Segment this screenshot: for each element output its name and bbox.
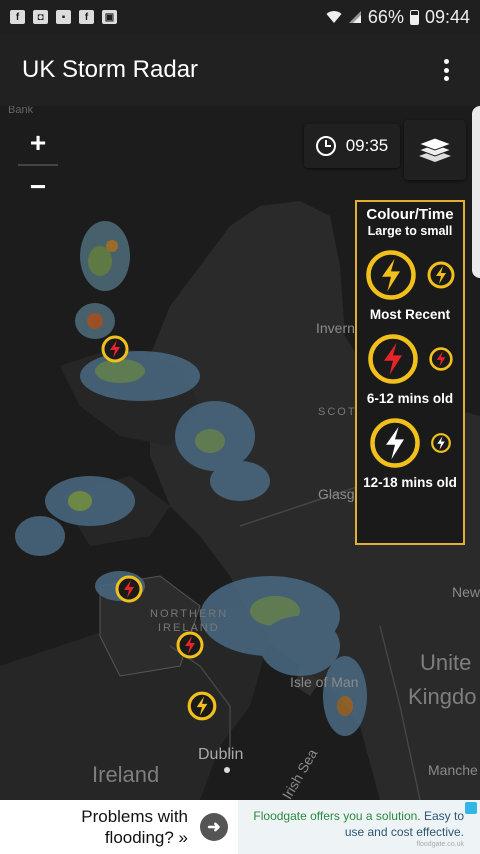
legend-subtitle: Large to small: [367, 224, 453, 238]
layers-button[interactable]: [404, 120, 466, 180]
zoom-controls: + −: [14, 122, 62, 208]
app-bar: UK Storm Radar: [0, 34, 480, 106]
strike-legend: Colour/Time Large to small Most Recent 6…: [355, 200, 465, 545]
legend-label: Most Recent: [369, 307, 451, 322]
status-bar: f ◘ ▪ f ▣ 66% 09:44: [0, 0, 480, 34]
adchoices-icon[interactable]: [465, 802, 477, 814]
place-northern-ireland: NORTHERN: [150, 608, 229, 620]
time-label: 09:35: [345, 136, 389, 155]
ad-headline[interactable]: Problems with flooding? »: [38, 806, 188, 848]
clock: 09:44: [424, 6, 470, 27]
signal-icon: [348, 11, 361, 23]
lightning-strike-marker[interactable]: [175, 630, 205, 660]
legend-label: 6-12 mins old: [366, 391, 454, 406]
lightning-strike-marker[interactable]: [114, 574, 144, 604]
place-isle-of-man: Isle of Man: [290, 674, 359, 690]
legend-title: Colour/Time: [366, 206, 454, 223]
battery-icon: [409, 9, 419, 25]
ad-left-panel[interactable]: Problems with flooding? » ➜: [0, 800, 238, 854]
place-kingdom: Kingdo: [408, 684, 477, 709]
place-glasgow: Glasg: [318, 486, 355, 502]
layers-icon: [417, 137, 453, 162]
legend-row-6-12: [357, 332, 463, 386]
lightning-large-icon: [368, 334, 418, 384]
zoom-in-button[interactable]: +: [14, 122, 62, 164]
battery-percent: 66%: [367, 6, 404, 27]
lightning-small-icon: [427, 261, 455, 289]
place-inverness: Invern: [316, 320, 355, 336]
place-newcastle: New: [452, 584, 480, 600]
bag-icon: ▣: [102, 10, 117, 24]
place-manchester: Manche: [428, 762, 478, 778]
legend-row-recent: [357, 248, 463, 302]
drawer-edge[interactable]: [472, 106, 480, 278]
place-bank: Bank: [8, 106, 34, 116]
ad-desc-1: Floodgate offers you a solution.: [253, 809, 421, 823]
app-title: UK Storm Radar: [22, 56, 199, 83]
dublin-dot: [224, 767, 230, 773]
lightning-small-icon: [429, 347, 453, 371]
zoom-out-button[interactable]: −: [14, 166, 62, 208]
clock-icon: [315, 136, 336, 156]
lightning-small-icon: [431, 433, 451, 453]
overflow-menu-icon[interactable]: [434, 55, 458, 85]
lightning-strike-marker[interactable]: [100, 334, 130, 364]
place-united: Unite: [420, 650, 472, 675]
place-dublin: Dublin: [198, 746, 244, 763]
ad-right-panel[interactable]: Floodgate offers you a solution. Easy to…: [238, 800, 480, 854]
camera-icon: ◘: [33, 10, 48, 24]
facebook-icon: f: [10, 10, 25, 24]
ad-description: Floodgate offers you a solution. Easy to…: [246, 808, 464, 840]
ad-banner[interactable]: Problems with flooding? » ➜ Floodgate of…: [0, 800, 480, 854]
notification-icons: f ◘ ▪ f ▣: [10, 10, 117, 24]
wifi-icon: [326, 11, 342, 23]
arrow-right-icon[interactable]: ➜: [200, 813, 228, 841]
lightning-strike-marker[interactable]: [186, 690, 218, 722]
lightning-large-icon: [366, 250, 416, 300]
news-icon: ▪: [56, 10, 71, 24]
radar-map[interactable]: Bank Invern SCOT Glasg New NORTHERN IREL…: [0, 106, 480, 800]
time-button[interactable]: 09:35: [304, 124, 400, 168]
place-scotland: SCOT: [318, 406, 357, 418]
lightning-large-icon: [370, 418, 420, 468]
place-ireland: Ireland: [92, 762, 160, 787]
facebook-icon: f: [79, 10, 94, 24]
legend-row-12-18: [357, 416, 463, 470]
legend-label: 12-18 mins old: [363, 475, 457, 490]
ad-url: floodgate.co.uk: [416, 841, 464, 848]
